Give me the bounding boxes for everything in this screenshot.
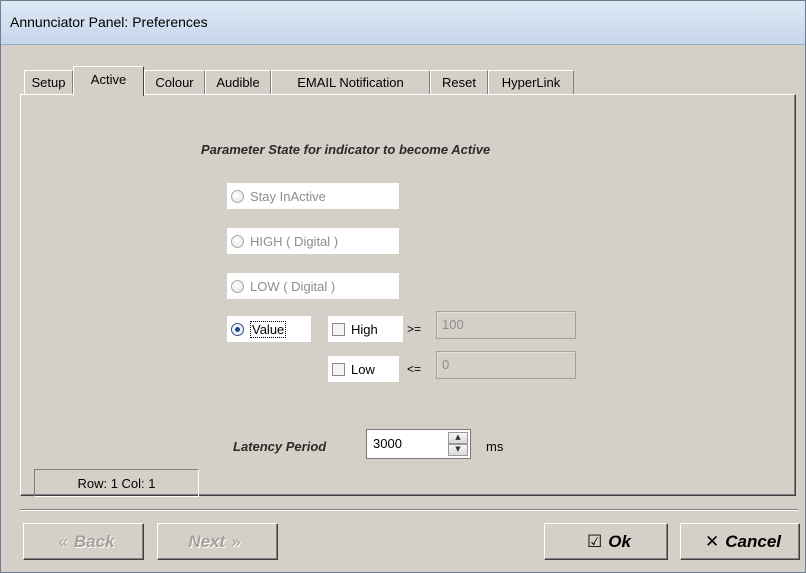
high-checkbox[interactable]: High [328, 316, 403, 342]
spin-down-icon[interactable]: ▼ [448, 444, 468, 456]
cancel-button-label: Cancel [725, 531, 781, 551]
option-low-digital[interactable]: LOW ( Digital ) [227, 273, 399, 299]
tab-active[interactable]: Active [73, 66, 144, 96]
low-label: Low [351, 361, 375, 377]
radio-button-icon[interactable] [231, 279, 244, 293]
radio-button-icon[interactable] [231, 189, 244, 203]
panel-heading: Parameter State for indicator to become … [201, 142, 491, 157]
radio-button-checked-icon[interactable] [231, 322, 244, 336]
divider [20, 509, 798, 511]
latency-period-label: Latency Period [233, 439, 327, 454]
tab-reset[interactable]: Reset [430, 70, 488, 94]
next-button-label: Next [188, 531, 226, 551]
low-threshold-field[interactable]: 0 [436, 351, 576, 379]
next-button[interactable]: Next » [157, 523, 278, 560]
high-label: High [351, 321, 378, 337]
checkbox-icon[interactable] [332, 362, 345, 376]
low-checkbox[interactable]: Low [328, 356, 399, 382]
double-chevron-right-icon: » [231, 531, 241, 551]
cancel-button[interactable]: ✕ Cancel [680, 523, 800, 560]
latency-period-spinner[interactable]: 3000 ▲ ▼ [366, 429, 471, 459]
tab-hyperlink[interactable]: HyperLink [488, 70, 574, 94]
latency-unit: ms [486, 439, 504, 454]
ok-button[interactable]: ☑ Ok [544, 523, 668, 560]
back-button-label: Back [73, 531, 115, 551]
option-label: Value [250, 320, 287, 338]
option-stay-inactive[interactable]: Stay InActive [227, 183, 399, 209]
checkmark-box-icon: ☑ [587, 531, 603, 551]
spin-up-icon[interactable]: ▲ [448, 432, 468, 444]
close-icon: ✕ [705, 531, 720, 551]
back-button[interactable]: « Back [23, 523, 144, 560]
tab-setup[interactable]: Setup [24, 70, 73, 94]
dialog-body: Setup Active Colour Audible EMAIL Notifi… [1, 46, 805, 572]
option-value[interactable]: Value [227, 316, 311, 342]
tab-audible[interactable]: Audible [205, 70, 271, 94]
checkbox-icon[interactable] [332, 322, 345, 336]
low-operator: <= [407, 362, 422, 376]
spinner-buttons: ▲ ▼ [448, 432, 468, 456]
high-operator: >= [407, 322, 422, 336]
window-title: Annunciator Panel: Preferences [10, 14, 208, 30]
option-label: HIGH ( Digital ) [250, 233, 339, 249]
latency-value[interactable]: 3000 [373, 436, 402, 451]
tab-colour[interactable]: Colour [144, 70, 205, 94]
double-chevron-left-icon: « [58, 531, 68, 551]
title-bar: Annunciator Panel: Preferences [1, 1, 805, 45]
high-threshold-field[interactable]: 100 [436, 311, 576, 339]
preferences-window: Annunciator Panel: Preferences Setup Act… [0, 0, 806, 573]
ok-button-label: Ok [608, 531, 631, 551]
option-label: LOW ( Digital ) [250, 278, 336, 294]
tab-email-notification[interactable]: EMAIL Notification [271, 70, 430, 94]
row-col-status: Row: 1 Col: 1 [34, 469, 199, 497]
option-high-digital[interactable]: HIGH ( Digital ) [227, 228, 399, 254]
option-label: Stay InActive [250, 188, 326, 204]
radio-button-icon[interactable] [231, 234, 244, 248]
